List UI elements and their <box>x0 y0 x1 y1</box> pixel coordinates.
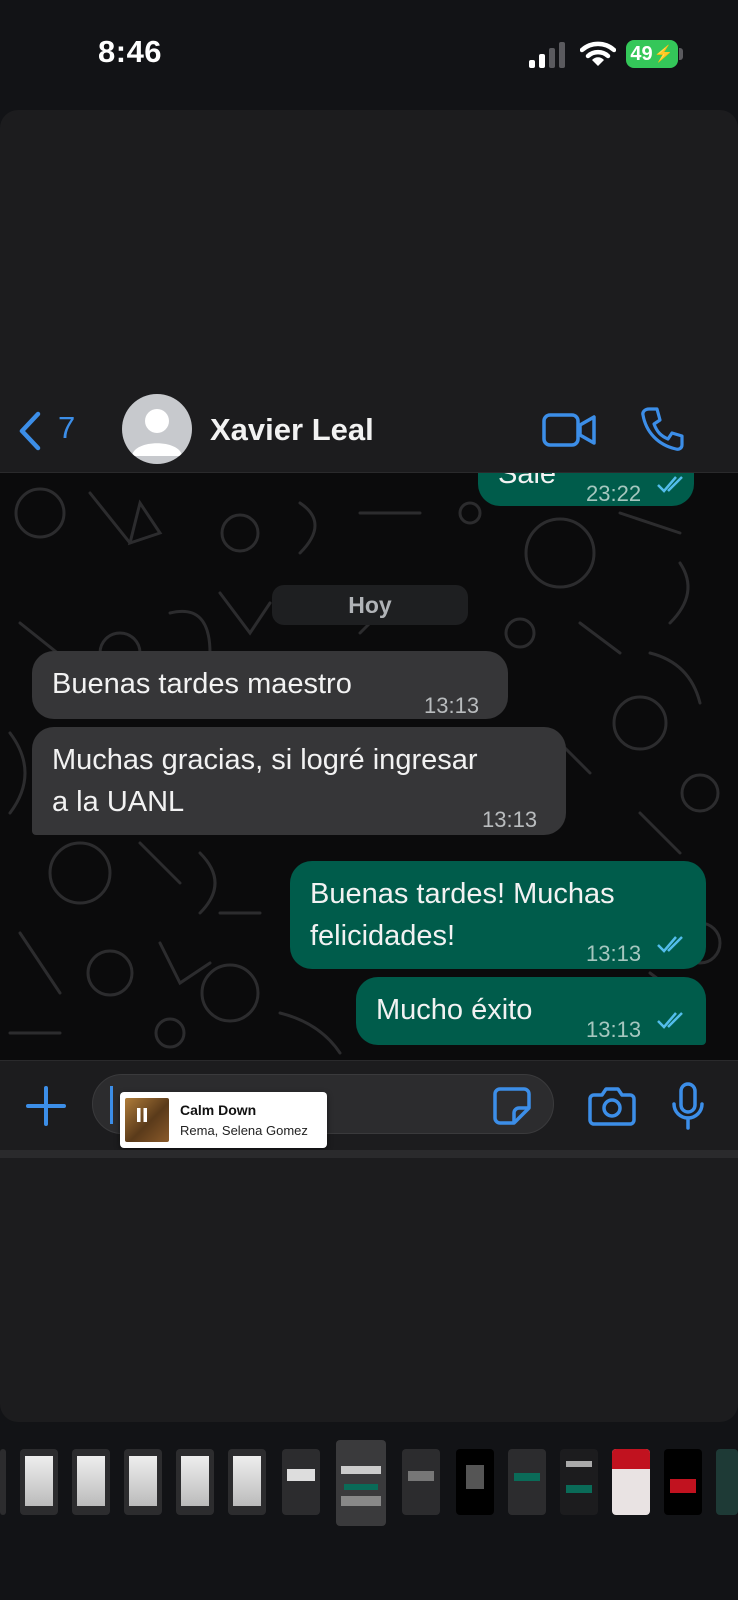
charging-bolt-icon: ⚡ <box>653 46 674 63</box>
screenshot-thumbnail[interactable] <box>282 1449 320 1515</box>
default-avatar-icon <box>132 409 182 456</box>
message-bubble-outgoing[interactable]: Mucho éxito 13:13 <box>356 977 706 1045</box>
contact-avatar[interactable] <box>122 394 192 464</box>
message-time: 13:13 <box>586 941 642 966</box>
screenshot-thumbnail[interactable] <box>716 1449 738 1515</box>
voice-call-icon[interactable] <box>640 406 684 452</box>
back-unread-count[interactable]: 7 <box>58 410 75 446</box>
microphone-icon[interactable] <box>670 1082 706 1130</box>
screenshot-thumbnail[interactable] <box>176 1449 214 1515</box>
song-artist: Rema, Selena Gomez <box>180 1123 308 1138</box>
cellular-signal-icon <box>529 42 565 68</box>
screenshot-thumbnail[interactable] <box>456 1449 494 1515</box>
app-switcher-card-bottom <box>0 1158 738 1422</box>
message-text-line: felicidades! <box>310 920 456 952</box>
status-time: 8:46 <box>98 34 163 69</box>
battery-level: 49 <box>630 42 653 65</box>
back-chevron-icon[interactable] <box>16 410 46 452</box>
message-text: Sale <box>498 473 557 490</box>
screenshot-thumbnail[interactable] <box>0 1449 6 1515</box>
chat-messages-area[interactable]: Sale 23:22 Hoy Buenas tardes maestro 13:… <box>0 473 738 1060</box>
screenshot-thumbnail[interactable] <box>664 1449 702 1515</box>
screenshot-thumbnail[interactable] <box>402 1449 440 1515</box>
message-text-line: a la UANL <box>52 786 185 818</box>
camera-icon[interactable] <box>588 1086 636 1126</box>
message-bubble-outgoing[interactable]: Sale 23:22 <box>478 473 694 506</box>
screenshot-thumbnail[interactable] <box>508 1449 546 1515</box>
message-time: 13:13 <box>586 1017 642 1042</box>
message-text-line: Muchas gracias, si logré ingresar <box>52 744 478 776</box>
message-text: Mucho éxito <box>376 994 533 1026</box>
message-text-line: Buenas tardes! Muchas <box>310 878 615 910</box>
screenshot-thumbnail[interactable] <box>228 1449 266 1515</box>
screenshot-thumbnail[interactable] <box>124 1449 162 1515</box>
battery-indicator: 49 ⚡ <box>626 40 678 68</box>
now-playing-popup[interactable]: Calm Down Rema, Selena Gomez <box>120 1092 327 1148</box>
song-title: Calm Down <box>180 1102 257 1118</box>
sticker-icon[interactable] <box>492 1086 532 1126</box>
app-switcher-card-top <box>0 110 738 380</box>
date-separator: Hoy <box>272 585 468 625</box>
screenshot-thumbnail[interactable] <box>612 1449 650 1515</box>
screenshot-thumbnail[interactable] <box>20 1449 58 1515</box>
video-call-icon[interactable] <box>542 410 596 450</box>
attach-plus-icon[interactable] <box>24 1084 68 1128</box>
screenshot-thumbnail[interactable] <box>560 1449 598 1515</box>
battery-tip <box>679 48 683 60</box>
text-cursor <box>110 1086 113 1124</box>
message-text: Buenas tardes maestro <box>52 668 352 700</box>
contact-name[interactable]: Xavier Leal <box>210 412 374 448</box>
screenshot-thumbnail[interactable] <box>72 1449 110 1515</box>
screenshot-thumbnail-selected[interactable] <box>336 1440 386 1526</box>
message-time: 13:13 <box>482 807 538 832</box>
screenshot-thumbnail-strip[interactable] <box>0 1440 738 1540</box>
double-check-read-icon <box>657 476 683 493</box>
double-check-read-icon <box>657 1012 683 1029</box>
card-divider <box>0 1150 738 1158</box>
pause-icon[interactable] <box>136 1108 148 1122</box>
message-time: 13:13 <box>424 693 480 718</box>
double-check-read-icon <box>657 936 683 953</box>
message-bubble-incoming[interactable]: Buenas tardes maestro 13:13 <box>32 651 508 719</box>
message-bubble-outgoing[interactable]: Buenas tardes! Muchas felicidades! 13:13 <box>290 861 706 969</box>
wifi-icon <box>580 41 616 66</box>
message-time: 23:22 <box>586 481 642 506</box>
message-bubble-incoming[interactable]: Muchas gracias, si logré ingresar a la U… <box>32 727 566 835</box>
